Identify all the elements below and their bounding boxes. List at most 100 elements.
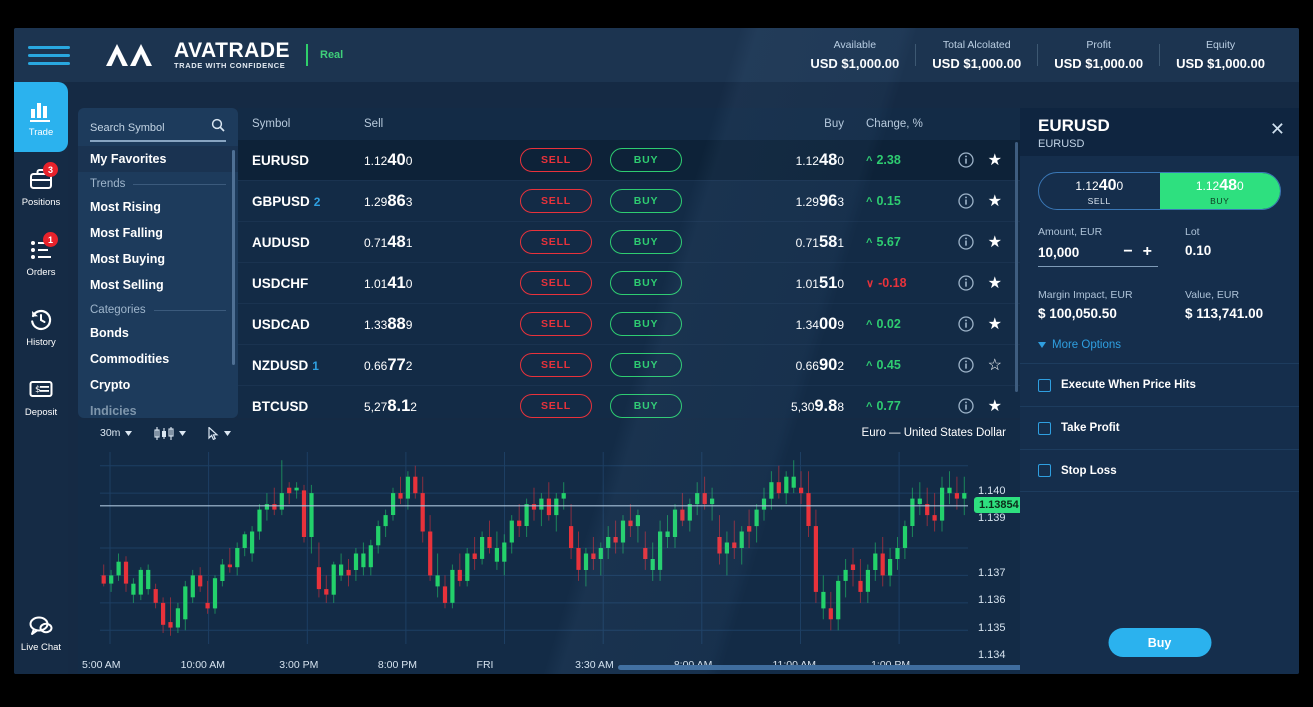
option-label: Stop Loss: [1061, 464, 1117, 477]
info-icon[interactable]: [958, 275, 974, 291]
info-icon[interactable]: [958, 193, 974, 209]
sidebar-item-commodities[interactable]: Commodities: [78, 346, 238, 372]
row-action-buttons: SELL BUY: [476, 189, 726, 213]
candlestick-icon: [154, 426, 174, 440]
nav-item-positions[interactable]: 3 Positions: [14, 152, 68, 222]
chart-type-selector[interactable]: [154, 426, 187, 440]
checkbox-icon[interactable]: [1038, 378, 1051, 392]
favorite-star-icon[interactable]: ★: [988, 314, 1002, 334]
arrow-up-icon: ^: [866, 319, 873, 331]
favorite-star-icon[interactable]: ★: [988, 150, 1002, 170]
brand-tagline: TRADE WITH CONFIDENCE: [174, 60, 286, 70]
favorite-star-icon[interactable]: ★: [988, 232, 1002, 252]
table-row[interactable]: USDCHF 1.01410 SELL BUY 1.01510 ∨ -0.18 ★: [238, 263, 1020, 304]
favorite-star-icon[interactable]: ☆: [988, 355, 1002, 375]
buy-button[interactable]: BUY: [610, 230, 682, 254]
sidebar-item-crypto[interactable]: Crypto: [78, 372, 238, 398]
favorite-star-icon[interactable]: ★: [988, 273, 1002, 293]
sidebar-section-trends: Trends: [78, 172, 238, 194]
more-options-toggle[interactable]: More Options: [1020, 321, 1299, 363]
table-row[interactable]: GBPUSD 2 1.29863 SELL BUY 1.29963 ^ 0.15 ★: [238, 181, 1020, 222]
table-row[interactable]: USDCAD 1.33889 SELL BUY 1.34009 ^ 0.02 ★: [238, 304, 1020, 345]
buy-button[interactable]: BUY: [610, 189, 682, 213]
section-divider: [153, 309, 226, 311]
cursor-tool-selector[interactable]: [208, 426, 232, 440]
nav-item-orders[interactable]: 1 Orders: [14, 222, 68, 292]
option-take-profit[interactable]: Take Profit: [1020, 406, 1299, 449]
sell-button[interactable]: SELL: [520, 271, 592, 295]
amount-increment-button[interactable]: +: [1143, 243, 1152, 261]
sell-button[interactable]: SELL: [520, 394, 592, 418]
nav-item-trade[interactable]: Trade: [14, 82, 68, 152]
buy-button[interactable]: BUY: [610, 353, 682, 377]
search-icon[interactable]: [211, 118, 225, 132]
sidebar-item-bonds[interactable]: Bonds: [78, 320, 238, 346]
option-stop-loss[interactable]: Stop Loss: [1020, 449, 1299, 492]
sidebar-item-most-buying[interactable]: Most Buying: [78, 246, 238, 272]
row-action-buttons: SELL BUY: [476, 312, 726, 336]
nav-item-deposit[interactable]: $ Deposit: [14, 362, 68, 432]
info-icon[interactable]: [958, 357, 974, 373]
screen-frame: AVATRADE TRADE WITH CONFIDENCE Real Avai…: [0, 0, 1313, 707]
arrow-up-icon: ^: [866, 237, 873, 249]
row-symbol: GBPUSD 2: [252, 193, 321, 209]
table-row[interactable]: BTCUSD 5,278.12 SELL BUY 5,309.88 ^ 0.77 ★: [238, 386, 1020, 418]
nav-item-label: Deposit: [24, 406, 58, 418]
sell-button[interactable]: SELL: [520, 230, 592, 254]
chevron-down-icon: [125, 430, 133, 436]
device-bezel-bottom: [0, 674, 1313, 707]
nav-item-history[interactable]: History: [14, 292, 68, 362]
sidebar-item-most-selling[interactable]: Most Selling: [78, 272, 238, 298]
row-actions: ★: [940, 150, 1020, 170]
info-icon[interactable]: [958, 234, 974, 250]
col-header-buy: Buy: [824, 118, 844, 130]
info-icon[interactable]: [958, 398, 974, 414]
close-icon[interactable]: ✕: [1270, 120, 1285, 138]
sidebar-item-indicies[interactable]: Indicies: [78, 398, 238, 418]
nav-item-label: Positions: [21, 196, 61, 208]
symbol-list-scrollbar[interactable]: [232, 150, 235, 365]
checkbox-icon[interactable]: [1038, 421, 1051, 435]
info-icon[interactable]: [958, 316, 974, 332]
x-axis-tick: 10:00 AM: [180, 659, 225, 671]
submit-buy-button[interactable]: Buy: [1108, 628, 1211, 657]
row-change-percent: ^ 0.77: [866, 399, 901, 413]
sell-button[interactable]: SELL: [520, 353, 592, 377]
sidebar-item-most-falling[interactable]: Most Falling: [78, 220, 238, 246]
amount-stepper[interactable]: 10,000 − +: [1038, 243, 1158, 267]
checkbox-icon[interactable]: [1038, 464, 1051, 477]
timeframe-selector[interactable]: 30m: [100, 427, 133, 439]
sidebar-item-my-favorites[interactable]: My Favorites: [78, 146, 238, 172]
info-icon[interactable]: [958, 152, 974, 168]
row-buy-price: 0.66902: [795, 355, 844, 374]
row-actions: ★: [940, 191, 1020, 211]
quotes-scrollbar[interactable]: [1015, 142, 1018, 392]
amount-decrement-button[interactable]: −: [1123, 243, 1132, 261]
row-action-buttons: SELL BUY: [476, 394, 726, 418]
buy-side-button[interactable]: 1.12480 BUY: [1159, 173, 1280, 209]
favorite-star-icon[interactable]: ★: [988, 396, 1002, 416]
cursor-icon: [208, 426, 219, 440]
buy-button[interactable]: BUY: [610, 312, 682, 336]
sell-button[interactable]: SELL: [520, 148, 592, 172]
option-execute-when-price-hits[interactable]: Execute When Price Hits: [1020, 363, 1299, 406]
table-row[interactable]: AUDUSD 0.71481 SELL BUY 0.71581 ^ 5.67 ★: [238, 222, 1020, 263]
row-sell-price: 0.71481: [364, 232, 413, 251]
search-input[interactable]: [90, 120, 226, 142]
chart-canvas[interactable]: 1.140 1.139 1.137 1.136 1.135 1.134 5:00 AM 10…: [78, 446, 1118, 674]
lot-label: Lot: [1185, 226, 1200, 238]
sell-button[interactable]: SELL: [520, 312, 592, 336]
sell-button[interactable]: SELL: [520, 189, 592, 213]
buy-button[interactable]: BUY: [610, 394, 682, 418]
sidebar-item-most-rising[interactable]: Most Rising: [78, 194, 238, 220]
buy-button[interactable]: BUY: [610, 271, 682, 295]
nav-item-live-chat[interactable]: Live Chat: [14, 598, 68, 668]
sell-side-button[interactable]: 1.12400 SELL: [1039, 173, 1160, 209]
table-row[interactable]: EURUSD 1.12400 SELL BUY 1.12480 ^ 2.38 ★: [238, 140, 1020, 181]
row-buy-price: 0.71581: [795, 232, 844, 251]
table-row[interactable]: NZDUSD 1 0.66772 SELL BUY 0.66902 ^ 0.45 ☆: [238, 345, 1020, 386]
buy-button[interactable]: BUY: [610, 148, 682, 172]
favorite-star-icon[interactable]: ★: [988, 191, 1002, 211]
hamburger-menu-icon[interactable]: [28, 45, 70, 65]
x-axis-tick: 3:00 PM: [279, 659, 319, 671]
